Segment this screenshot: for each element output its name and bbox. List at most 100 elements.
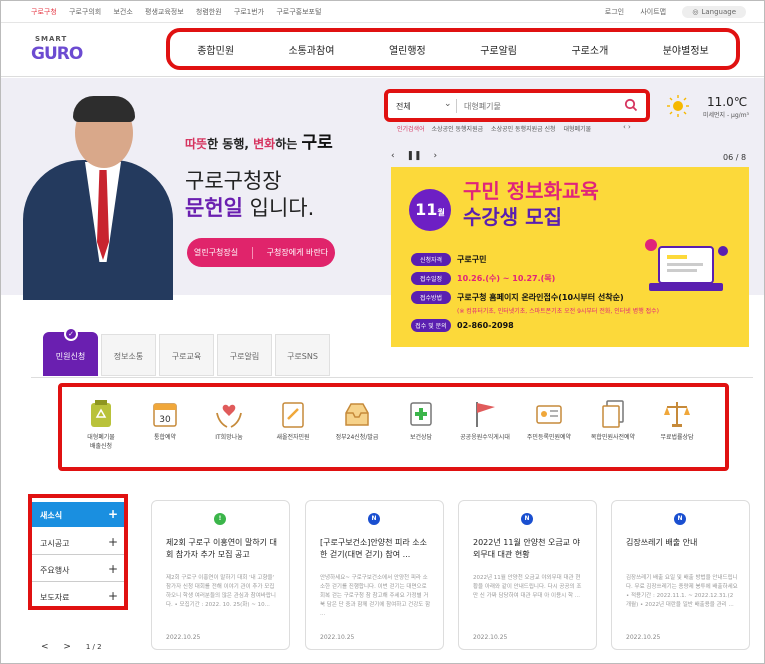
service-complex-civil[interactable]: 복합민원사전예약 bbox=[582, 399, 644, 442]
slider-controls: ‹ ❚❚ › bbox=[391, 151, 446, 161]
month-number: 11 bbox=[415, 200, 438, 219]
util-link[interactable]: 보건소 bbox=[113, 8, 132, 16]
document-pencil-icon bbox=[282, 402, 304, 428]
chevron-right-icon[interactable]: > bbox=[63, 642, 71, 652]
util-link[interactable]: 구로1번가 bbox=[234, 8, 264, 16]
mayor-photo bbox=[23, 96, 173, 300]
keyword-item[interactable]: 대형폐기물 bbox=[564, 126, 592, 133]
news-tab-press[interactable]: 보도자료 + bbox=[32, 584, 124, 609]
banner-row: 접수방법 구로구청 홈페이지 온라인접수(10시부터 선착순) bbox=[411, 291, 624, 304]
card-body: 제2회 구로구 이홍연이 말하기 대회 '내 고향을' 참가자 신청 대회를 전… bbox=[166, 575, 276, 608]
banner-title-1: 구민 정보화교육 bbox=[463, 179, 599, 203]
service-e-civil[interactable]: 새올전자민원 bbox=[262, 399, 324, 442]
utility-links: 구로구청 구로구의회 보건소 평생교육정보 청렴한원 구로1번가 구로구홍보포털 bbox=[31, 7, 331, 17]
util-link[interactable]: 구로구청 bbox=[31, 8, 57, 16]
language-button[interactable]: ◎ Language bbox=[682, 6, 746, 18]
service-label: 통합예약 bbox=[153, 434, 177, 441]
temperature: 11.0℃ bbox=[707, 95, 748, 109]
util-link[interactable]: 구로구의회 bbox=[69, 8, 101, 16]
news-card[interactable]: N 2022년 11월 안양천 오금교 야외무대 대관 현황 2022년 11월… bbox=[458, 500, 597, 650]
tab-civil-request[interactable]: ✓ 민원신청 bbox=[43, 327, 98, 376]
news-tab-notice[interactable]: 고시공고 + bbox=[32, 530, 124, 555]
service-resident-reg[interactable]: 주민등록민원예약 bbox=[518, 399, 580, 442]
new-badge-icon: N bbox=[521, 513, 533, 525]
next-slide-icon[interactable]: › bbox=[433, 151, 437, 161]
slide-pager: 06 / 8 bbox=[723, 153, 747, 162]
util-link[interactable]: 구로구홍보포털 bbox=[276, 8, 321, 16]
service-gov24[interactable]: 정부24신청/발급 bbox=[326, 399, 388, 442]
row-tag: 접수방법 bbox=[411, 291, 451, 304]
chevron-left-icon[interactable]: < bbox=[41, 642, 49, 652]
service-health[interactable]: 보건상담 bbox=[390, 399, 452, 442]
news-card[interactable]: N [구로구보건소]안양천 피라 소소한 걷기(대면 걷기) 참여 ... 안녕… bbox=[305, 500, 444, 650]
service-label: 대형폐기물 배출신청 bbox=[87, 434, 115, 450]
photo-hair bbox=[73, 96, 135, 122]
card-title: 김장쓰레기 배출 안내 bbox=[626, 538, 698, 547]
chevron-right-icon[interactable]: › bbox=[628, 123, 631, 131]
nav-item[interactable]: 구로알림 bbox=[480, 42, 517, 57]
mayor-name: 문헌일 bbox=[185, 196, 243, 220]
site-logo[interactable]: SMART GURO bbox=[29, 33, 89, 69]
mayor-title: 구로구청장 bbox=[185, 169, 282, 193]
service-legal[interactable]: 무료법률상담 bbox=[646, 399, 708, 442]
plus-icon[interactable]: + bbox=[108, 535, 118, 549]
news-card[interactable]: ! 제2회 구로구 이홍연이 말하기 대회 참가자 추가 모집 공고 제2회 구… bbox=[151, 500, 290, 650]
service-label: 보건상담 bbox=[409, 434, 433, 441]
search-input[interactable] bbox=[464, 98, 614, 114]
service-waste[interactable]: 대형폐기물 배출신청 bbox=[70, 399, 132, 451]
news-card[interactable]: N 김장쓰레기 배출 안내 김장쓰레기 배출 요일 및 배출 방법을 안내드립니… bbox=[611, 500, 750, 650]
nav-item[interactable]: 소통과참여 bbox=[288, 42, 334, 57]
util-link[interactable]: 청렴한원 bbox=[196, 8, 222, 16]
nav-item[interactable]: 열린행정 bbox=[389, 42, 426, 57]
banner-row: 접수일정 10.26.(수) ~ 10.27.(목) bbox=[411, 272, 555, 285]
row-text: 구로구청 홈페이지 온라인접수(10시부터 선착순) bbox=[457, 293, 624, 302]
service-label: 공공응원수익게시대 bbox=[460, 434, 510, 441]
banner-row: 접수 및 문의 02-860-2098 bbox=[411, 319, 514, 332]
open-office-button[interactable]: 열린구청장실 bbox=[194, 247, 238, 258]
sitemap-link[interactable]: 사이트맵 bbox=[640, 8, 666, 16]
new-badge-icon: N bbox=[368, 513, 380, 525]
banner-row: 신청자격 구로구민 bbox=[411, 253, 486, 266]
popular-keywords: 인기검색어 소상공인 동행지원금 소상공인 동행지원금 신청 대형폐기물 bbox=[397, 124, 597, 133]
mayor-suffix: 입니다. bbox=[242, 196, 315, 220]
ask-mayor-button[interactable]: 구청장에게 바란다 bbox=[267, 247, 328, 258]
card-body: 안녕하세요~ 구로구보건소에서 안양천 피라 소소한 걷기를 진행합니다. 이번… bbox=[320, 575, 431, 617]
card-body: 2022년 11월 안양천 오금교 야외무대 대관 현황을 아래와 같이 안내드… bbox=[473, 575, 582, 599]
month-badge: 11월 bbox=[409, 189, 451, 231]
tab-label: 정보소통 bbox=[113, 352, 144, 361]
pause-icon[interactable]: ❚❚ bbox=[406, 151, 421, 161]
service-it-sharing[interactable]: IT희망나눔 bbox=[198, 399, 260, 442]
service-label: 복합민원사전예약 bbox=[590, 434, 636, 441]
tab-notice[interactable]: 구로알림 bbox=[217, 334, 272, 376]
scales-icon bbox=[664, 402, 690, 427]
search-icon[interactable] bbox=[624, 98, 638, 112]
news-tab-events[interactable]: 주요행사 + bbox=[32, 557, 124, 582]
card-title: [구로구보건소]안양천 피라 소소한 걷기(대면 걷기) 참여 ... bbox=[320, 538, 428, 559]
service-reservation[interactable]: 30 통합예약 bbox=[134, 399, 196, 442]
keyword-item[interactable]: 소상공인 동행지원금 신청 bbox=[491, 126, 556, 133]
chevron-down-icon[interactable]: ⌄ bbox=[444, 99, 452, 109]
prev-slide-icon[interactable]: ‹ bbox=[391, 151, 395, 161]
keyword-item[interactable]: 소상공인 동행지원금 bbox=[432, 126, 484, 133]
tab-education[interactable]: 구로교육 bbox=[159, 334, 214, 376]
search-box: 전체 ⌄ bbox=[384, 89, 650, 122]
service-label: IT희망나눔 bbox=[215, 434, 243, 441]
tab-divider bbox=[31, 377, 753, 378]
chevron-left-icon[interactable]: ‹ bbox=[623, 123, 626, 131]
plus-icon[interactable]: + bbox=[108, 507, 118, 521]
nav-item[interactable]: 구로소개 bbox=[571, 42, 608, 57]
nav-item[interactable]: 분야별정보 bbox=[663, 42, 709, 57]
tab-sns[interactable]: 구로SNS bbox=[275, 334, 330, 376]
plus-icon[interactable]: + bbox=[108, 562, 118, 576]
news-tab-label: 주요행사 bbox=[40, 566, 70, 575]
nav-item[interactable]: 종합민원 bbox=[197, 42, 234, 57]
news-tab-new[interactable]: 새소식 + bbox=[32, 502, 124, 527]
search-scope-select[interactable]: 전체 bbox=[396, 101, 411, 112]
login-link[interactable]: 로그인 bbox=[605, 8, 624, 16]
calendar-icon: 30 bbox=[153, 403, 177, 427]
plus-icon[interactable]: + bbox=[108, 589, 118, 603]
util-link[interactable]: 평생교육정보 bbox=[145, 8, 184, 16]
service-banner-board[interactable]: 공공응원수익게시대 bbox=[454, 399, 516, 442]
tab-info[interactable]: 정보소통 bbox=[101, 334, 156, 376]
promo-banner[interactable]: 11월 구민 정보화교육 수강생 모집 신청자격 구로구민 접수일정 10.26.(… bbox=[391, 167, 749, 347]
